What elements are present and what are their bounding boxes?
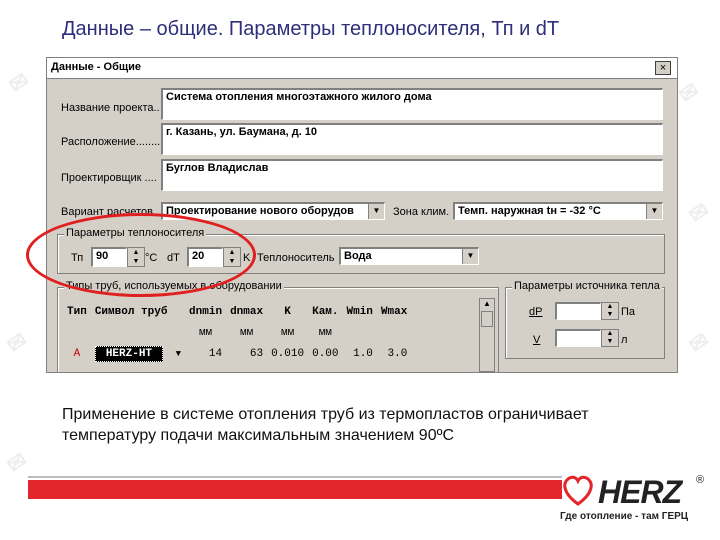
coolant-combo[interactable]: Вода ▼ — [339, 247, 479, 265]
climate-zone-value: Темп. наружная tн = -32 °C — [458, 205, 601, 217]
calc-variant-value: Проектирование нового оборудов — [166, 205, 354, 217]
watermark: ✉ — [674, 77, 704, 109]
column-header: dnmax — [230, 305, 264, 318]
logo-registered: ® — [696, 474, 705, 486]
v-unit: л — [621, 334, 628, 346]
watermark: ✉ — [2, 327, 32, 359]
column-header: K — [284, 305, 291, 318]
climate-zone-combo[interactable]: Темп. наружная tн = -32 °C ▼ — [453, 202, 663, 220]
wmax-cell: 3.0 — [387, 347, 408, 360]
caption-line: Применение в системе отопления труб из т… — [62, 406, 589, 423]
column-header: Тип — [67, 305, 87, 318]
footer-divider — [28, 476, 562, 478]
close-icon[interactable]: × — [655, 61, 671, 75]
column-header: Кам. — [312, 305, 339, 318]
footer-red-bar — [28, 480, 562, 499]
spin-arrows-icon[interactable]: ▲ ▼ — [601, 329, 619, 347]
unit-cell: мм — [198, 326, 213, 339]
unit-cell: мм — [318, 326, 332, 339]
table-header-row: Тип Символ труб dnmin dnmax K Кам. Wmin … — [63, 301, 411, 322]
heat-source-group: Параметры источника тепла — [505, 280, 665, 359]
logo-tagline: Где отопление - там ГЕРЦ — [560, 511, 689, 522]
k-cell: 0.010 — [271, 347, 305, 360]
highlight-ellipse — [26, 213, 256, 297]
coolant-label: Теплоноситель — [257, 252, 335, 264]
unit-cell: мм — [239, 326, 254, 339]
table-units-row: мм мм мм мм — [63, 322, 411, 343]
watermark: ✉ — [684, 197, 714, 229]
table-scrollbar[interactable]: ▲ — [479, 298, 495, 372]
pipe-types-table: Тип Символ труб dnmin dnmax K Кам. Wmin … — [63, 301, 411, 364]
slide-title: Данные – общие. Параметры теплоносителя,… — [62, 18, 560, 40]
table-row[interactable]: A HERZ-HT ▼ 14 63 0.010 0.00 1.0 3.0 — [63, 343, 411, 364]
kam-cell: 0.00 — [312, 347, 339, 360]
scrollbar-arrow-icon[interactable]: ▲ — [480, 299, 494, 308]
v-label: V — [533, 334, 541, 346]
unit-cell — [377, 322, 411, 343]
unit-cell — [343, 322, 377, 343]
slide-caption: Применение в системе отопления труб из т… — [62, 404, 682, 446]
watermark: ✉ — [684, 327, 714, 359]
dialog-title: Данные - Общие — [51, 61, 142, 73]
v-input[interactable] — [555, 329, 601, 347]
watermark: ✉ — [2, 447, 32, 479]
scrollbar-thumb[interactable] — [481, 311, 493, 327]
column-header: Wmin — [346, 305, 373, 318]
coolant-value: Вода — [344, 250, 372, 262]
pipe-symbol-value: HERZ-HT — [94, 345, 164, 362]
dropdown-arrow-icon[interactable]: ▼ — [176, 349, 181, 359]
dropdown-arrow-icon[interactable]: ▼ — [462, 249, 478, 264]
column-header: Символ труб — [94, 305, 168, 318]
dp-label: dP — [529, 306, 543, 318]
column-header: Wmax — [380, 305, 408, 318]
dnmax-cell: 63 — [249, 347, 264, 360]
unit-cell — [91, 322, 185, 343]
unit-cell — [63, 322, 91, 343]
dropdown-arrow-icon[interactable]: ▼ — [368, 204, 384, 219]
logo-brand: HERZ — [598, 474, 682, 510]
project-name-field[interactable]: Система отопления многоэтажного жилого д… — [161, 88, 663, 120]
climate-zone-label: Зона клим. — [393, 206, 450, 218]
wmin-cell: 1.0 — [353, 347, 373, 360]
heat-source-title: Параметры источника тепла — [512, 280, 662, 292]
location-field[interactable]: г. Казань, ул. Баумана, д. 10 — [161, 123, 663, 155]
spin-arrows-icon[interactable]: ▲ ▼ — [601, 302, 619, 320]
unit-cell: мм — [280, 326, 295, 339]
designer-label: Проектировщик .... — [61, 172, 157, 184]
caption-line: температуру подачи максимальным значение… — [62, 427, 454, 444]
location-label: Расположение........ — [61, 136, 161, 148]
column-header: dnmin — [189, 305, 223, 318]
dropdown-arrow-icon[interactable]: ▼ — [646, 204, 662, 219]
watermark: ✉ — [4, 67, 34, 99]
designer-field[interactable]: Буглов Владислав — [161, 159, 663, 191]
dnmin-cell: 14 — [208, 347, 223, 360]
pipe-type-cell: A — [73, 347, 81, 360]
project-name-label: Название проекта.. — [61, 102, 160, 114]
dp-unit: Па — [621, 306, 636, 318]
dp-input[interactable] — [555, 302, 601, 320]
dialog-title-bar: Данные - Общие × — [47, 58, 677, 79]
pipe-symbol-cell[interactable]: HERZ-HT ▼ — [91, 343, 185, 364]
